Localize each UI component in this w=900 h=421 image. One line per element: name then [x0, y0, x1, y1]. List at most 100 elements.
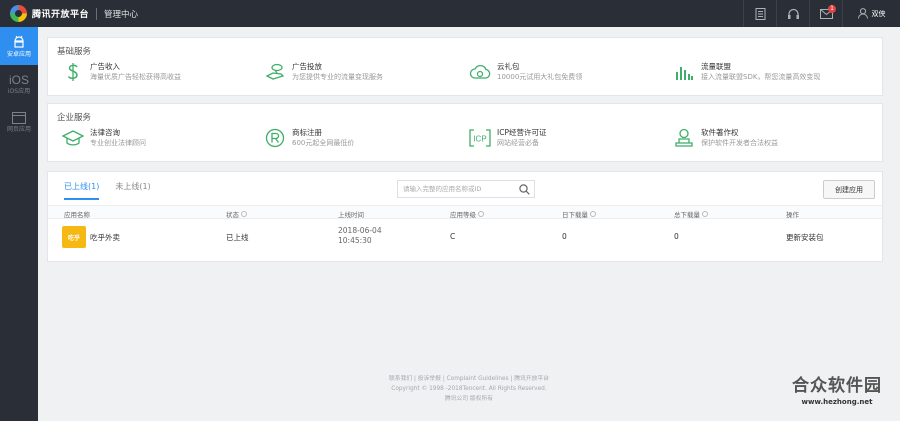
service-name: 云礼包: [497, 62, 520, 71]
document-button[interactable]: [743, 0, 776, 27]
user-icon: [857, 8, 868, 19]
copyright-text: Copyright © 1998 -2018Tencent. All Right…: [391, 386, 547, 392]
logo[interactable]: 腾讯开放平台: [10, 5, 89, 22]
app-online-time: 10:45:30: [338, 236, 372, 245]
column-header: 总下载量: [674, 209, 708, 219]
table-row: 吃乎 吃乎外卖 已上线 2018-06-04 10:45:30 C 0 0 更新…: [48, 220, 882, 254]
column-header: 上线时间: [338, 211, 364, 219]
watermark: 合众软件园 www.hezhong.net: [792, 376, 882, 406]
column-header: 日下载量: [562, 209, 596, 219]
service-desc: 专业创业法律顾问: [90, 139, 146, 147]
help-icon[interactable]: [241, 211, 247, 217]
svg-text:ICP: ICP: [473, 135, 486, 144]
service-ad-placement[interactable]: 广告投放为您提供专业的流量变现服务: [264, 61, 383, 83]
ios-icon: iOS: [8, 72, 29, 87]
copyright-person-icon: [673, 127, 695, 149]
tencent-logo-icon: [10, 5, 27, 22]
app-tabs: 已上线(1) 未上线(1): [64, 181, 151, 200]
tab-offline[interactable]: 未上线(1): [115, 181, 150, 200]
bar-chart-icon: [673, 61, 695, 83]
support-button[interactable]: [776, 0, 809, 27]
company-text: 腾讯公司 版权所有: [444, 396, 494, 402]
create-app-button[interactable]: 创建应用: [823, 180, 875, 199]
sidebar-item-android[interactable]: 安卓应用: [0, 27, 38, 65]
section-title: 企业服务: [57, 113, 92, 123]
service-desc: 接入流量联盟SDK，帮您流量高效变现: [701, 73, 821, 81]
service-desc: 保护软件开发者合法权益: [701, 139, 778, 147]
basic-services-card: 基础服务 广告收入海量优质广告轻松获得高收益 广告投放为您提供专业的流量变现服务…: [47, 37, 883, 96]
search-icon[interactable]: [519, 184, 530, 195]
web-icon: [12, 111, 26, 124]
service-name: 广告收入: [90, 62, 120, 71]
registered-icon: [264, 127, 286, 149]
column-header: 操作: [786, 211, 799, 219]
app-level: C: [450, 232, 456, 241]
help-icon[interactable]: [478, 211, 484, 217]
service-name: 法律咨询: [90, 128, 120, 137]
top-bar: 腾讯开放平台 管理中心 1 双侠: [0, 0, 900, 27]
service-name: 软件著作权: [701, 128, 739, 137]
dollar-icon: [62, 61, 84, 83]
service-copyright[interactable]: 软件著作权保护软件开发者合法权益: [673, 127, 778, 149]
service-legal[interactable]: 法律咨询专业创业法律顾问: [62, 127, 146, 149]
footer-links[interactable]: 联系我们 | 投诉举报 | Complaint Guidelines | 腾讯开…: [38, 374, 900, 384]
top-right-actions: 1 双侠: [743, 0, 900, 27]
service-trademark[interactable]: 商标注册 600元起全网最低价: [264, 127, 354, 149]
service-desc: 600元起全网最低价: [292, 139, 355, 147]
section-title: 基础服务: [57, 47, 92, 57]
username: 双侠: [871, 9, 886, 18]
graduation-cap-icon: [62, 127, 84, 149]
ad-hand-icon: [264, 61, 286, 83]
column-header: 应用名称: [64, 211, 90, 219]
page-subtitle: 管理中心: [104, 9, 139, 20]
service-desc: 网站经营必备: [497, 139, 539, 147]
app-name[interactable]: 吃乎外卖: [90, 232, 120, 243]
sidebar-item-ios[interactable]: iOS iOS应用: [0, 65, 38, 103]
app-online-date: 2018-06-04: [338, 226, 382, 235]
service-desc: 海量优质广告轻松获得高收益: [90, 73, 181, 81]
android-icon: [14, 35, 24, 48]
service-traffic-alliance[interactable]: 流量联盟接入流量联盟SDK，帮您流量高效变现: [673, 61, 820, 83]
service-icp[interactable]: ICP ICP经营许可证 网站经营必备: [469, 127, 546, 149]
table-header: 应用名称 状态 上线时间 应用等级 日下载量 总下载量 操作: [48, 205, 882, 219]
messages-button[interactable]: 1: [809, 0, 842, 27]
sidebar-item-web[interactable]: 网页应用: [0, 103, 38, 141]
divider: [96, 7, 98, 20]
service-name: 商标注册: [292, 128, 322, 137]
icp-icon: ICP: [469, 127, 491, 149]
service-ad-income[interactable]: 广告收入海量优质广告轻松获得高收益: [62, 61, 181, 83]
service-name: 广告投放: [292, 62, 322, 71]
service-desc: 为您提供专业的流量变现服务: [292, 73, 383, 81]
cloud-icon: [469, 61, 491, 83]
help-icon[interactable]: [702, 211, 708, 217]
service-cloud-gift[interactable]: 云礼包 10000元试用大礼包免费领: [469, 61, 582, 83]
app-icon[interactable]: 吃乎: [62, 226, 86, 248]
daily-downloads: 0: [562, 232, 567, 241]
service-desc: 10000元试用大礼包免费领: [497, 73, 583, 81]
sidebar-item-label: 网页应用: [6, 125, 31, 133]
headset-icon: [787, 8, 799, 19]
footer: 联系我们 | 投诉举报 | Complaint Guidelines | 腾讯开…: [38, 374, 900, 404]
column-header: 应用等级: [450, 209, 484, 219]
app-status: 已上线: [226, 233, 249, 242]
sidebar-item-label: iOS应用: [7, 87, 31, 95]
brand-name: 腾讯开放平台: [32, 10, 90, 20]
help-icon[interactable]: [590, 211, 596, 217]
search-input[interactable]: [398, 181, 516, 197]
app-search: [397, 180, 535, 198]
message-count-badge: 1: [828, 5, 836, 13]
service-name: 流量联盟: [701, 62, 731, 71]
sidebar-item-label: 安卓应用: [6, 50, 31, 58]
column-header: 状态: [226, 209, 247, 219]
service-name: ICP经营许可证: [497, 128, 547, 137]
enterprise-services-card: 企业服务 法律咨询专业创业法律顾问 商标注册 600元起全网最低价 ICP ICP…: [47, 103, 883, 162]
user-menu[interactable]: 双侠: [842, 0, 900, 27]
tab-online[interactable]: 已上线(1): [64, 181, 100, 200]
watermark-url: www.hezhong.net: [801, 398, 873, 406]
total-downloads: 0: [674, 232, 679, 241]
sidebar: 安卓应用 iOS iOS应用 网页应用: [0, 27, 38, 421]
document-icon: [755, 7, 765, 20]
update-package-link[interactable]: 更新安装包: [786, 232, 824, 243]
watermark-title: 合众软件园: [792, 376, 882, 396]
apps-card: 已上线(1) 未上线(1) 创建应用 应用名称 状态 上线时间 应用等级 日下载…: [47, 171, 883, 262]
